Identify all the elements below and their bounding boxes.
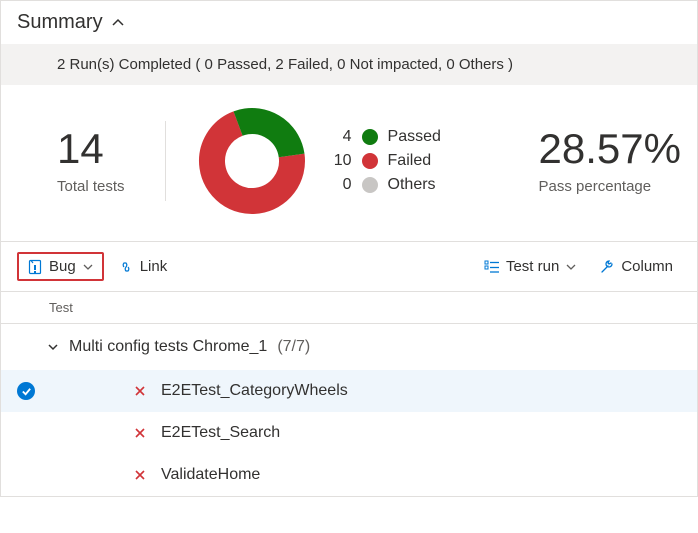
fail-icon (133, 384, 147, 398)
toolbar: Bug Link Test run Column (1, 241, 697, 291)
test-row[interactable]: ValidateHome (1, 454, 697, 496)
test-run-label: Test run (506, 258, 559, 275)
fail-icon (133, 426, 147, 440)
test-name: E2ETest_CategoryWheels (161, 382, 348, 400)
total-tests-label: Total tests (57, 178, 125, 195)
dot-passed-icon (362, 129, 378, 145)
column-header-test[interactable]: Test (1, 291, 697, 324)
bug-icon (27, 259, 43, 275)
legend-passed: 4 Passed (328, 128, 441, 146)
column-label: Column (621, 258, 673, 275)
link-icon (118, 259, 134, 275)
stats-row: 14 Total tests 4 Passed 10 (1, 85, 697, 241)
wrench-icon (599, 259, 615, 275)
group-count: (7/7) (277, 338, 310, 356)
test-name: ValidateHome (161, 466, 260, 484)
legend-failed: 10 Failed (328, 152, 441, 170)
pass-percentage-label: Pass percentage (539, 178, 681, 195)
dot-others-icon (362, 177, 378, 193)
run-status-text: 2 Run(s) Completed ( 0 Passed, 2 Failed,… (57, 56, 513, 73)
legend-passed-count: 4 (328, 128, 352, 146)
total-tests-block: 14 Total tests (57, 128, 125, 195)
test-group-row[interactable]: Multi config tests Chrome_1 (7/7) (1, 324, 697, 370)
legend: 4 Passed 10 Failed 0 Others (328, 128, 441, 194)
row-checkbox[interactable] (17, 466, 35, 484)
row-checkbox[interactable] (17, 424, 35, 442)
legend-others-count: 0 (328, 176, 352, 194)
summary-toggle[interactable]: Summary (1, 1, 697, 44)
link-label: Link (140, 258, 168, 275)
fail-icon (133, 468, 147, 482)
link-button[interactable]: Link (110, 254, 176, 279)
bug-label: Bug (49, 258, 76, 275)
legend-others-label: Others (388, 176, 436, 194)
dot-failed-icon (362, 153, 378, 169)
bug-dropdown[interactable]: Bug (17, 252, 104, 281)
pass-percentage-block: 28.57% Pass percentage (539, 128, 681, 195)
test-row[interactable]: E2ETest_CategoryWheels (1, 370, 697, 412)
legend-passed-label: Passed (388, 128, 441, 146)
total-tests-value: 14 (57, 128, 125, 170)
legend-failed-count: 10 (328, 152, 352, 170)
donut-chart (196, 105, 308, 217)
column-options-button[interactable]: Column (591, 254, 681, 279)
pass-percentage-value: 28.57% (539, 128, 681, 170)
column-header-test-label: Test (49, 300, 73, 315)
chevron-up-icon (111, 16, 125, 30)
group-name: Multi config tests Chrome_1 (69, 338, 267, 356)
row-checkbox-checked[interactable] (17, 382, 35, 400)
test-row[interactable]: E2ETest_Search (1, 412, 697, 454)
chevron-down-icon (47, 341, 59, 353)
test-run-dropdown[interactable]: Test run (476, 254, 585, 279)
legend-failed-label: Failed (388, 152, 432, 170)
summary-title: Summary (17, 11, 103, 34)
group-icon (484, 259, 500, 275)
run-status-banner: 2 Run(s) Completed ( 0 Passed, 2 Failed,… (1, 44, 697, 85)
legend-others: 0 Others (328, 176, 441, 194)
divider (165, 121, 166, 201)
chevron-down-icon (565, 261, 577, 273)
test-name: E2ETest_Search (161, 424, 280, 442)
chevron-down-icon (82, 261, 94, 273)
